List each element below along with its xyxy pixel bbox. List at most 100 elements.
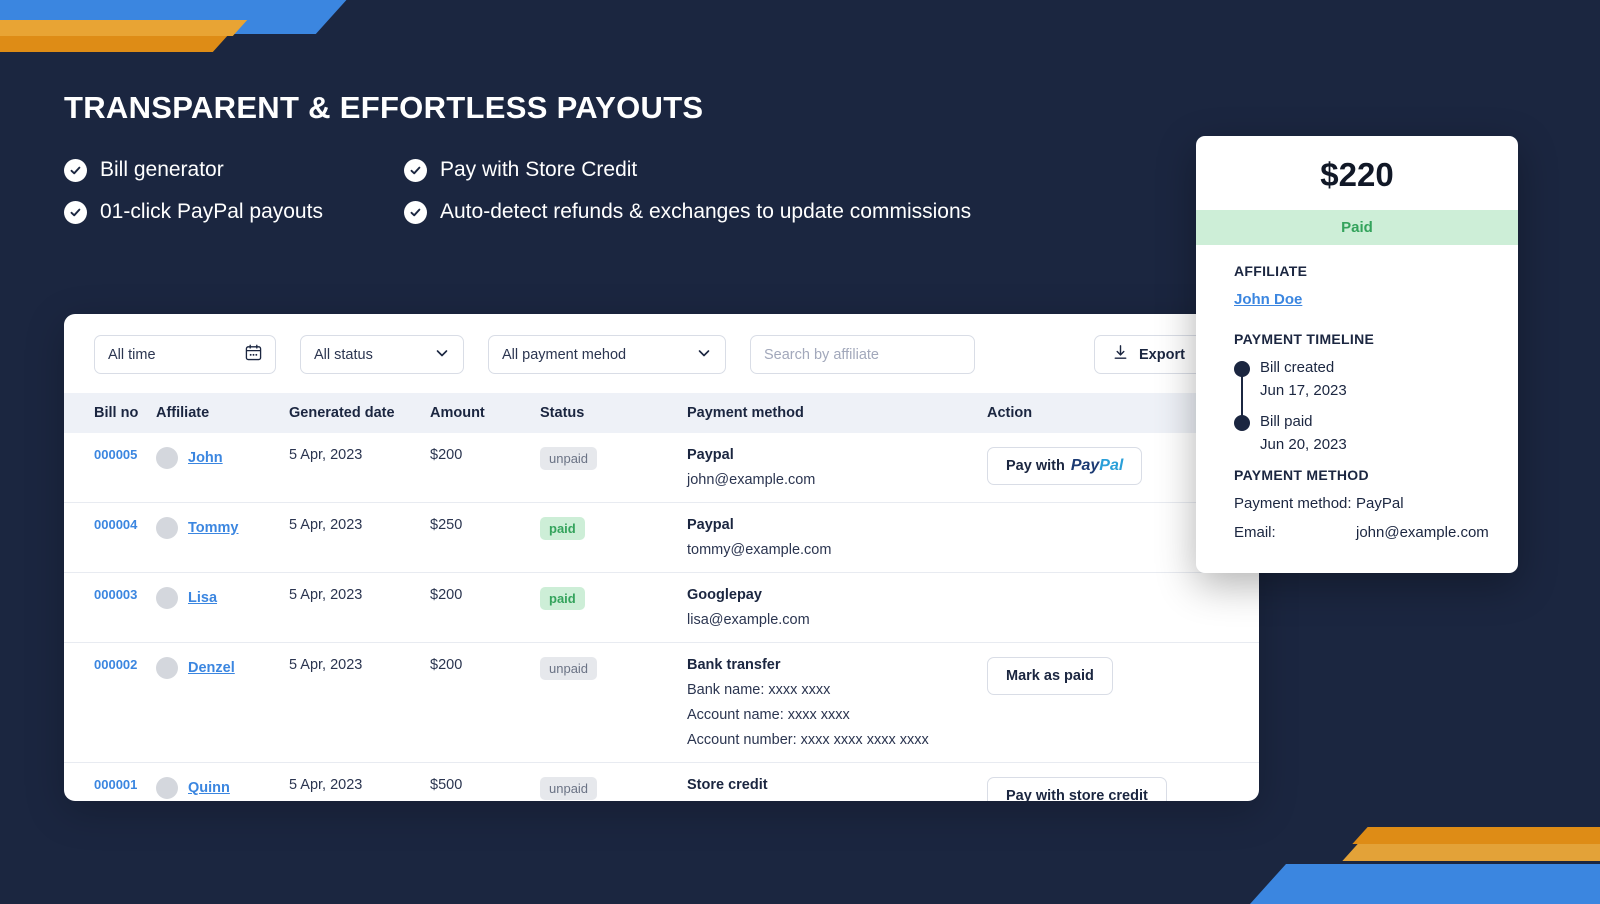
avatar <box>156 657 178 679</box>
detail-amount: $220 <box>1320 156 1394 193</box>
bill-no-link[interactable]: 000001 <box>94 777 137 792</box>
table-body: 000005 John 5 Apr, 2023 $200 unpaid Payp… <box>64 433 1259 801</box>
table-row: 000001 Quinn 5 Apr, 2023 $500 unpaid Sto… <box>64 763 1259 802</box>
export-button-label: Export <box>1139 346 1185 363</box>
detail-timeline-title: PAYMENT TIMELINE <box>1234 331 1375 347</box>
timeline-dot-icon <box>1234 415 1250 431</box>
ribbon-top-left-orange-dark <box>0 36 228 52</box>
column-header-amount: Amount <box>430 405 485 421</box>
feature-label: 01-click PayPal payouts <box>100 200 323 223</box>
bill-no-link[interactable]: 000003 <box>94 587 137 602</box>
timeline-item: Bill paid Jun 20, 2023 <box>1234 413 1480 453</box>
affiliate-link[interactable]: Tommy <box>188 520 239 536</box>
cell-affiliate: Lisa <box>156 572 289 643</box>
feature-item: Pay with Store Credit <box>404 158 637 182</box>
ribbon-top-left-orange-light <box>0 20 248 36</box>
cell-bill-no: 000001 <box>64 763 156 802</box>
feature-label: Bill generator <box>100 158 224 181</box>
chevron-down-icon <box>434 345 450 365</box>
bill-detail-card: $220 Paid AFFILIATE John Doe PAYMENT TIM… <box>1196 136 1518 573</box>
affiliate-link[interactable]: Lisa <box>188 590 217 606</box>
calendar-icon <box>245 344 262 365</box>
detail-method-value: PayPal <box>1356 495 1404 512</box>
affiliate-link[interactable]: Denzel <box>188 660 235 676</box>
cell-affiliate: Tommy <box>156 502 289 573</box>
detail-method-row: Payment method: PayPal <box>1234 495 1480 512</box>
time-filter-dropdown[interactable]: All time <box>94 335 276 374</box>
payment-method-filter-dropdown[interactable]: All payment mehod <box>488 335 726 374</box>
filter-bar: All time All status All payment mehod Se… <box>64 314 1259 374</box>
cell-generated-date: 5 Apr, 2023 <box>289 572 430 643</box>
feature-item: Auto-detect refunds & exchanges to updat… <box>404 200 971 224</box>
payouts-table-card: All time All status All payment mehod Se… <box>64 314 1259 801</box>
ribbon-bottom-right-orange-light <box>1342 844 1600 861</box>
detail-affiliate-link[interactable]: John Doe <box>1234 291 1302 308</box>
bill-no-link[interactable]: 000004 <box>94 517 137 532</box>
cell-payment-method: Store credit <box>687 763 987 802</box>
cell-status: unpaid <box>540 642 687 763</box>
payment-detail-line: lisa@example.com <box>687 612 810 628</box>
cell-bill-no: 000002 <box>64 642 156 763</box>
bill-no-link[interactable]: 000005 <box>94 447 137 462</box>
column-header-bill-no: Bill no <box>94 405 139 421</box>
table-row: 000005 John 5 Apr, 2023 $200 unpaid Payp… <box>64 433 1259 503</box>
payment-method-name: Googlepay <box>687 587 762 603</box>
check-circle-icon <box>64 158 87 182</box>
timeline-connector <box>1241 371 1243 419</box>
cell-payment-method: Googlepay lisa@example.com <box>687 572 987 643</box>
timeline-date: Jun 17, 2023 <box>1260 382 1347 399</box>
action-label: Mark as paid <box>1006 668 1094 684</box>
payment-method-filter-label: All payment mehod <box>502 346 627 363</box>
detail-status-badge: Paid <box>1196 210 1518 245</box>
cell-bill-no: 000004 <box>64 502 156 573</box>
feature-row: Bill generator Pay with Store Credit <box>64 158 1154 182</box>
affiliate-link[interactable]: Quinn <box>188 780 230 796</box>
search-input[interactable] <box>750 335 975 374</box>
avatar <box>156 777 178 799</box>
check-circle-icon <box>404 200 427 224</box>
ribbon-bottom-right-orange-dark <box>1352 827 1600 844</box>
ribbon-bottom-right-blue <box>1249 864 1600 904</box>
feature-label: Pay with Store Credit <box>440 158 638 181</box>
column-header-status: Status <box>540 405 585 421</box>
pay-with-paypal-button[interactable]: Pay with PayPal <box>987 447 1143 485</box>
cell-amount: $200 <box>430 572 540 643</box>
pay-with-store-credit-button[interactable]: Pay with store credit <box>987 777 1167 801</box>
cell-action: Pay with store credit <box>987 763 1259 801</box>
cell-amount: $200 <box>430 433 540 503</box>
detail-email-value: john@example.com <box>1356 524 1489 541</box>
affiliate-link[interactable]: John <box>188 450 223 466</box>
cell-affiliate: Denzel <box>156 642 289 763</box>
status-badge: paid <box>540 517 585 540</box>
cell-payment-method: Bank transfer Bank name: xxxx xxxx Accoun… <box>687 642 987 763</box>
check-circle-icon <box>404 158 427 182</box>
feature-list: Bill generator Pay with Store Credit 01-… <box>64 158 1154 242</box>
detail-method-key: Payment method: <box>1234 495 1352 512</box>
table-row: 000003 Lisa 5 Apr, 2023 $200 paid Google… <box>64 572 1259 643</box>
cell-action: Mark as paid <box>987 642 1259 763</box>
mark-as-paid-button[interactable]: Mark as paid <box>987 657 1113 695</box>
detail-method-title: PAYMENT METHOD <box>1234 467 1369 483</box>
cell-amount: $500 <box>430 777 463 793</box>
status-filter-dropdown[interactable]: All status <box>300 335 464 374</box>
payment-detail-line: tommy@example.com <box>687 542 832 558</box>
time-filter-label: All time <box>108 346 156 363</box>
avatar <box>156 587 178 609</box>
cell-generated-date: 5 Apr, 2023 <box>289 502 430 573</box>
detail-body: AFFILIATE John Doe PAYMENT TIMELINE Bill… <box>1196 245 1518 541</box>
column-header-generated-date: Generated date <box>289 405 395 421</box>
payment-detail-line: Account name: xxxx xxxx <box>687 707 850 723</box>
payment-method-name: Bank transfer <box>687 657 781 673</box>
status-badge: unpaid <box>540 657 598 680</box>
cell-payment-method: Paypal tommy@example.com <box>687 502 987 573</box>
table-header-row: Bill no Affiliate Generated date Amount … <box>64 393 1259 433</box>
avatar <box>156 447 178 469</box>
timeline-dot-icon <box>1234 361 1250 377</box>
cell-payment-method: Paypal john@example.com <box>687 433 987 503</box>
chevron-down-icon <box>696 345 712 365</box>
cell-bill-no: 000003 <box>64 572 156 643</box>
cell-generated-date: 5 Apr, 2023 <box>289 777 363 793</box>
feature-item: Bill generator <box>64 158 404 182</box>
column-header-payment-method: Payment method <box>687 405 804 421</box>
bill-no-link[interactable]: 000002 <box>94 657 137 672</box>
